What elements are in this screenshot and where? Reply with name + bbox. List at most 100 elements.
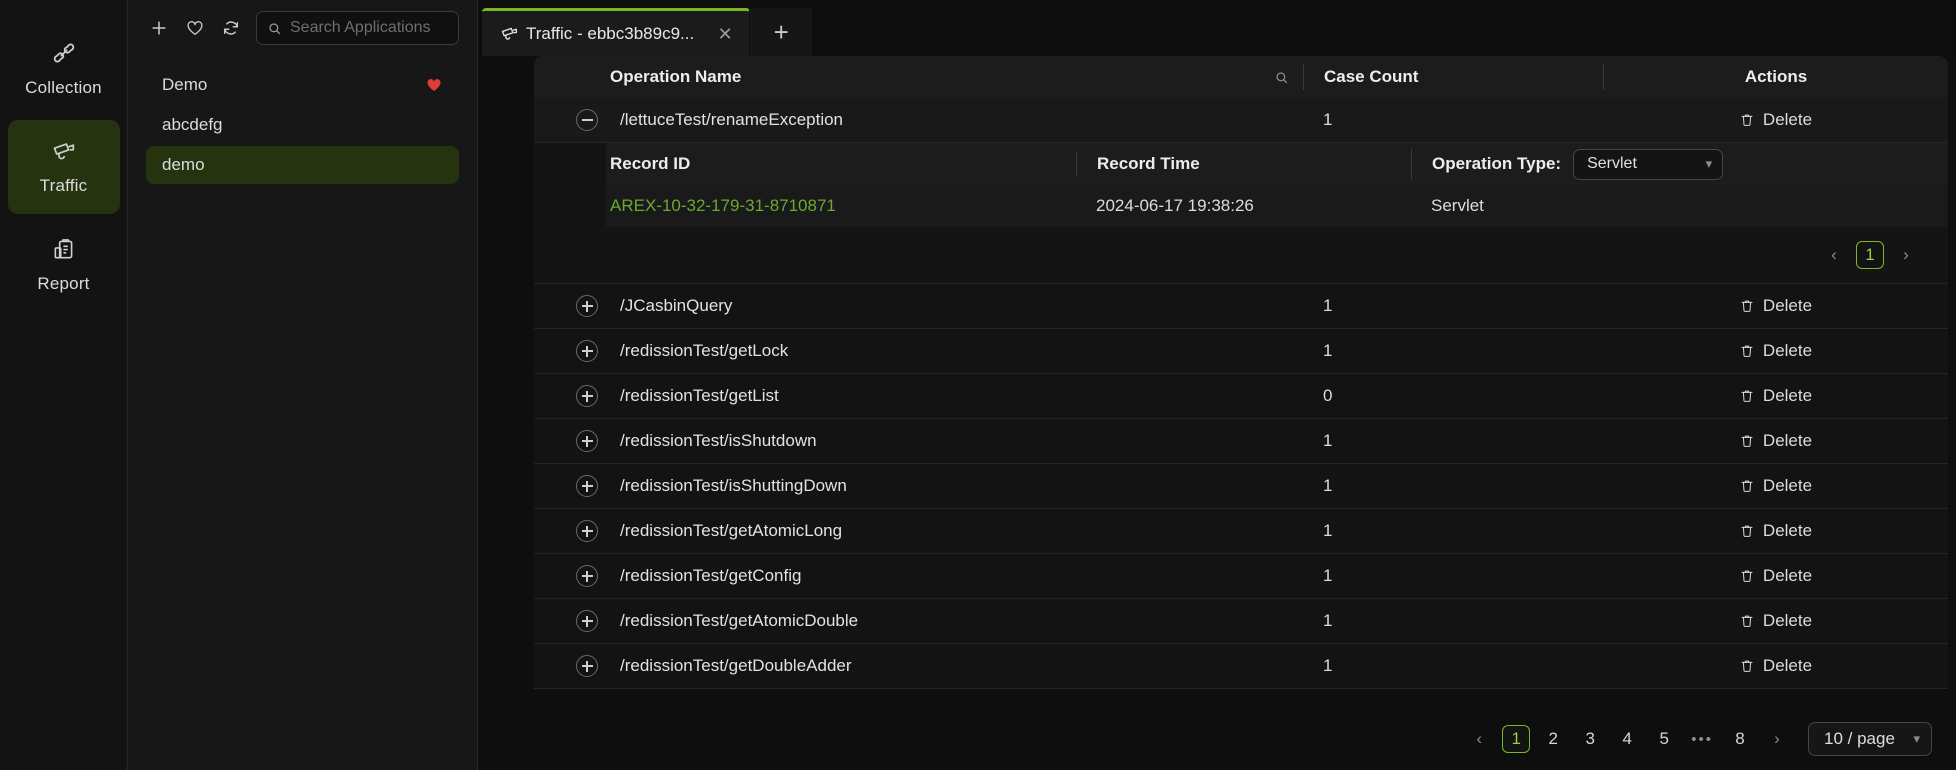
record-detail-header: Record ID Record Time Operation Type: Se… <box>606 143 1948 185</box>
cell-case-count: 1 <box>1323 656 1333 675</box>
operation-name: /redissionTest/getAtomicLong <box>620 521 843 540</box>
trash-icon <box>1739 343 1755 359</box>
delete-button[interactable]: Delete <box>1739 656 1812 676</box>
cell-case-count: 1 <box>1323 611 1333 630</box>
operation-name: /redissionTest/getDoubleAdder <box>620 656 852 675</box>
heart-filled-icon[interactable] <box>425 76 443 94</box>
main-area: Traffic - ebbc3b89c9... ✕ + Operation Na… <box>478 0 1956 770</box>
delete-button[interactable]: Delete <box>1739 431 1812 451</box>
cell-operation-name: /redissionTest/isShuttingDown <box>534 475 1303 497</box>
delete-button[interactable]: Delete <box>1739 476 1812 496</box>
operation-name: /lettuceTest/renameException <box>620 110 844 129</box>
tab-traffic[interactable]: Traffic - ebbc3b89c9... ✕ <box>482 8 751 56</box>
record-id-link[interactable]: AREX-10-32-179-31-8710871 <box>606 196 1076 216</box>
list-item[interactable]: abcdefg <box>146 106 459 144</box>
delete-label: Delete <box>1762 521 1813 540</box>
record-pagination: ‹ 1 › <box>534 227 1948 283</box>
expand-row-icon[interactable] <box>576 655 598 677</box>
table-row[interactable]: /lettuceTest/renameException 1 Delete <box>534 98 1948 143</box>
table-row[interactable]: /redissionTest/getLock 1 Delete <box>534 329 1948 374</box>
delete-label: Delete <box>1762 476 1813 495</box>
expand-row-icon[interactable] <box>576 520 598 542</box>
trash-icon <box>1739 568 1755 584</box>
delete-label: Delete <box>1762 341 1813 360</box>
refresh-icon[interactable] <box>220 17 242 39</box>
sidebar-item-traffic[interactable]: Traffic <box>7 120 120 214</box>
sidebar-item-label: Traffic <box>39 176 88 195</box>
delete-button[interactable]: Delete <box>1739 386 1812 406</box>
cell-actions: Delete <box>1603 566 1948 586</box>
table-row[interactable]: /redissionTest/isShutdown 1 Delete <box>534 419 1948 464</box>
plus-icon[interactable] <box>148 17 170 39</box>
page-number-button-last[interactable]: 8 <box>1726 725 1754 753</box>
table-row[interactable]: /redissionTest/getConfig 1 Delete <box>534 554 1948 599</box>
column-header-label: Actions <box>1744 67 1808 86</box>
page-number-button[interactable]: 3 <box>1576 725 1604 753</box>
page-number-button[interactable]: 1 <box>1856 241 1884 269</box>
expand-row-icon[interactable] <box>576 475 598 497</box>
application-list-toolbar: Search Applications <box>128 0 477 56</box>
prev-page-button[interactable]: ‹ <box>1465 725 1493 753</box>
tab-title: Traffic - ebbc3b89c9... <box>526 23 695 43</box>
cell-actions: Delete <box>1603 341 1948 361</box>
page-size-value: 10 / page <box>1824 729 1895 748</box>
trash-icon <box>1739 433 1755 449</box>
delete-button[interactable]: Delete <box>1739 296 1812 316</box>
delete-button[interactable]: Delete <box>1739 110 1812 130</box>
delete-label: Delete <box>1762 611 1813 630</box>
page-size-select[interactable]: 10 / page ▾ <box>1808 722 1932 756</box>
operation-type-select[interactable]: Servlet ▾ <box>1573 148 1724 180</box>
cell-case-count: 1 <box>1323 296 1333 315</box>
operation-name: /redissionTest/getConfig <box>620 566 802 585</box>
expand-row-icon[interactable] <box>576 610 598 632</box>
page-number-button[interactable]: 1 <box>1502 725 1531 753</box>
page-number-button[interactable]: 5 <box>1650 725 1678 753</box>
heart-outline-icon[interactable] <box>184 17 206 39</box>
page-number-button[interactable]: 2 <box>1539 725 1567 753</box>
delete-label: Delete <box>1762 431 1813 450</box>
table-row[interactable]: /JCasbinQuery 1 Delete <box>534 284 1948 329</box>
page-number-button[interactable]: 4 <box>1613 725 1641 753</box>
search-icon[interactable] <box>1274 70 1289 85</box>
cell-operation-name: /redissionTest/getList <box>534 385 1303 407</box>
column-record-id: Record ID <box>610 154 691 173</box>
list-item[interactable]: Demo <box>146 66 459 104</box>
table-row[interactable]: /redissionTest/getAtomicLong 1 Delete <box>534 509 1948 554</box>
application-name: demo <box>162 155 205 174</box>
delete-button[interactable]: Delete <box>1739 611 1812 631</box>
table-row[interactable]: /redissionTest/isShuttingDown 1 Delete <box>534 464 1948 509</box>
expand-row-icon[interactable] <box>576 340 598 362</box>
delete-label: Delete <box>1762 110 1813 129</box>
new-tab-button[interactable]: + <box>750 8 813 56</box>
column-operation-name: Operation Name <box>534 67 1303 87</box>
table-row[interactable]: /redissionTest/getList 0 Delete <box>534 374 1948 419</box>
record-row[interactable]: AREX-10-32-179-31-8710871 2024-06-17 19:… <box>606 185 1948 227</box>
cell-actions: Delete <box>1603 611 1948 631</box>
api-link-icon <box>51 40 77 66</box>
next-page-button[interactable]: › <box>1892 241 1920 269</box>
delete-button[interactable]: Delete <box>1739 521 1812 541</box>
table-row[interactable]: /redissionTest/getDoubleAdder 1 Delete <box>534 644 1948 689</box>
table-row[interactable]: /redissionTest/getAtomicDouble 1 Delete <box>534 599 1948 644</box>
cell-operation-name: /redissionTest/getConfig <box>534 565 1303 587</box>
delete-button[interactable]: Delete <box>1739 341 1812 361</box>
expand-row-icon[interactable] <box>576 385 598 407</box>
search-applications-input[interactable]: Search Applications <box>256 11 459 45</box>
sidebar-item-collection[interactable]: Collection <box>8 22 120 116</box>
delete-button[interactable]: Delete <box>1739 566 1812 586</box>
expand-row-icon[interactable] <box>576 565 598 587</box>
trash-icon <box>1739 112 1755 128</box>
collapse-row-icon[interactable] <box>576 109 598 131</box>
page-ellipsis[interactable]: ••• <box>1687 731 1717 748</box>
prev-page-button[interactable]: ‹ <box>1820 241 1848 269</box>
next-page-button[interactable]: › <box>1763 725 1791 753</box>
sidebar-item-report[interactable]: Report <box>8 218 120 312</box>
cell-operation-name: /redissionTest/getLock <box>534 340 1303 362</box>
expand-row-icon[interactable] <box>576 430 598 452</box>
trash-icon <box>1739 388 1755 404</box>
close-icon[interactable]: ✕ <box>715 24 735 44</box>
column-case-count: Case Count <box>1303 64 1603 90</box>
expand-row-icon[interactable] <box>576 295 598 317</box>
list-item[interactable]: demo <box>146 146 459 184</box>
sidebar-item-label: Collection <box>25 78 102 97</box>
